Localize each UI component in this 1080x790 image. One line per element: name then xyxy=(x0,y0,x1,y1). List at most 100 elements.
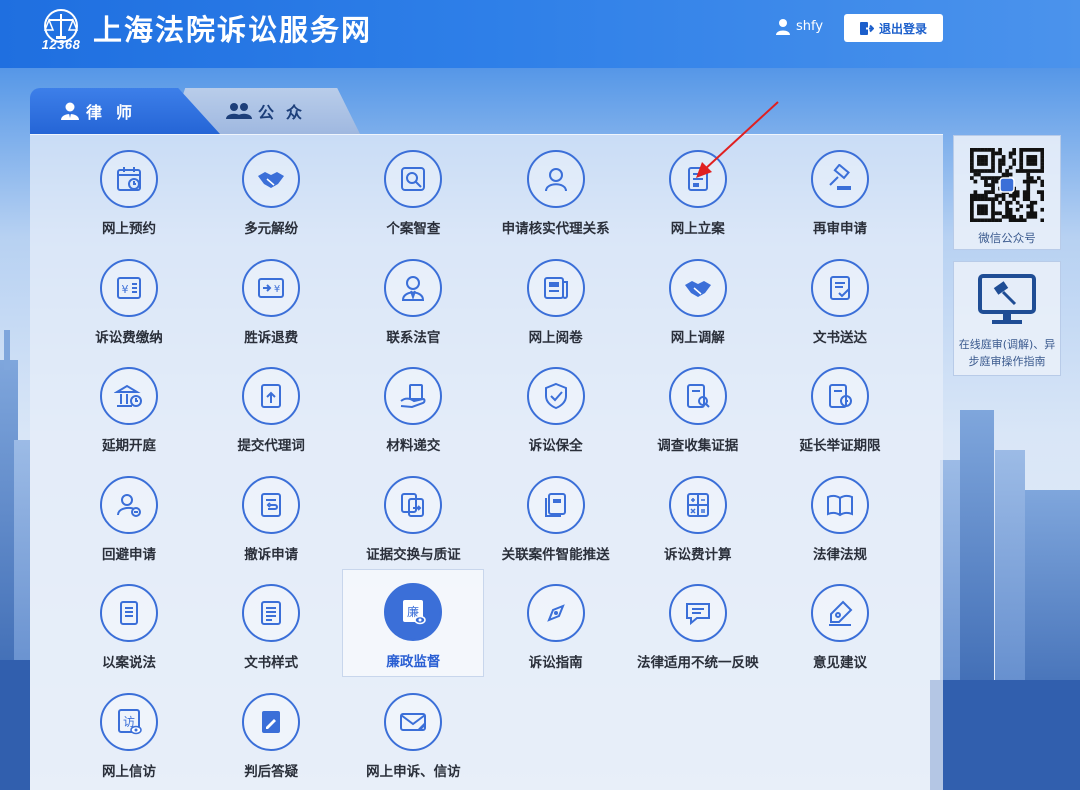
service-label: 证据交换与质证 xyxy=(366,546,461,563)
service-item[interactable]: 访网上信访 xyxy=(58,680,200,788)
service-icon-circle xyxy=(668,584,727,643)
service-item[interactable]: 网上调解 xyxy=(627,246,769,354)
service-icon-circle: ¥ xyxy=(242,258,301,317)
logout-icon xyxy=(859,21,874,35)
case-file-icon xyxy=(687,167,708,191)
service-label: 网上阅卷 xyxy=(528,329,583,346)
service-label: 材料递交 xyxy=(386,438,441,455)
book-open-icon xyxy=(827,494,853,516)
service-item[interactable]: 以案说法 xyxy=(58,571,200,679)
service-item[interactable]: 关联案件智能推送 xyxy=(485,463,627,571)
service-item[interactable]: 联系法官 xyxy=(342,246,484,354)
service-label: 法律适用不统一反映 xyxy=(637,655,759,672)
service-item[interactable]: 意见建议 xyxy=(769,571,911,679)
service-label: 调查收集证据 xyxy=(657,438,739,455)
service-item[interactable]: 延长举证期限 xyxy=(769,354,911,462)
service-item[interactable]: 诉讼费计算 xyxy=(627,463,769,571)
user-icon xyxy=(776,19,790,35)
service-icon-circle xyxy=(384,475,443,534)
service-item[interactable]: 延期开庭 xyxy=(58,354,200,462)
hand-document-icon xyxy=(400,384,426,409)
service-icon-circle xyxy=(100,367,158,426)
username: shfy xyxy=(796,19,824,34)
handshake-icon xyxy=(258,172,285,188)
judge-icon xyxy=(402,275,425,301)
service-label: 申请核实代理关系 xyxy=(501,221,610,237)
service-item[interactable]: 提交代理词 xyxy=(200,354,342,462)
service-icon-circle xyxy=(811,258,869,317)
service-icon-circle xyxy=(526,150,585,208)
yuan-icon: ¥ xyxy=(117,276,141,299)
service-item[interactable]: 回避申请 xyxy=(58,463,200,571)
service-item[interactable]: 再审申请 xyxy=(769,137,911,245)
wechat-qr-widget[interactable]: 微信公众号 xyxy=(953,135,1061,250)
service-label: 诉讼保全 xyxy=(528,438,583,455)
service-item[interactable]: 申请核实代理关系 xyxy=(485,137,627,245)
service-item[interactable]: 网上申诉、信访 xyxy=(342,680,484,788)
service-item[interactable]: 网上阅卷 xyxy=(485,246,627,354)
service-icon-circle: 访 xyxy=(100,693,158,751)
service-item[interactable]: ¥ 胜诉退费 xyxy=(200,246,342,354)
service-item[interactable]: 廉廉政监督 xyxy=(342,569,485,678)
document-exchange-icon xyxy=(401,492,425,517)
document-clock-icon xyxy=(829,384,852,409)
gavel-icon xyxy=(829,164,851,190)
svg-text:¥: ¥ xyxy=(122,283,129,296)
service-icon-circle xyxy=(242,693,301,751)
pen-icon xyxy=(829,600,853,627)
service-icon-circle xyxy=(811,367,869,426)
service-item[interactable]: 撤诉申请 xyxy=(200,463,342,571)
service-item[interactable]: 文书样式 xyxy=(200,571,342,679)
service-label: 回避申请 xyxy=(102,546,156,563)
service-item[interactable]: 诉讼保全 xyxy=(485,354,627,462)
online-court-guide[interactable]: 在线庭审(调解)、异步庭审操作指南 xyxy=(953,261,1061,376)
service-label: 网上调解 xyxy=(670,329,725,346)
service-icon-circle xyxy=(242,367,301,426)
service-item[interactable]: 调查收集证据 xyxy=(627,354,769,462)
role-tabs: 公众 律师 xyxy=(30,88,360,134)
service-label: 廉政监督 xyxy=(386,654,441,671)
service-item[interactable]: 网上立案 xyxy=(627,137,769,245)
lawyer-icon xyxy=(61,102,79,120)
service-label: 网上信访 xyxy=(102,764,156,780)
user-info: shfy xyxy=(774,16,823,38)
service-label: 多元解纷 xyxy=(244,221,299,237)
service-icon-circle xyxy=(668,150,727,208)
qr-label: 微信公众号 xyxy=(978,231,1036,245)
chat-icon xyxy=(685,603,710,626)
service-label: 胜诉退费 xyxy=(244,329,299,346)
service-icon-circle: ¥ xyxy=(100,258,158,317)
court-guide-label: 在线庭审(调解)、异步庭审操作指南 xyxy=(958,338,1056,368)
service-item[interactable]: 法律法规 xyxy=(769,463,911,571)
document-check-icon xyxy=(830,275,850,300)
service-label: 以案说法 xyxy=(102,655,156,672)
person-icon xyxy=(544,168,567,192)
service-item[interactable]: ¥ 诉讼费缴纳 xyxy=(58,246,200,354)
service-icon-circle xyxy=(384,367,443,426)
service-label: 意见建议 xyxy=(813,655,867,672)
service-icon-circle xyxy=(242,584,301,643)
service-icon-circle xyxy=(668,258,727,317)
service-label: 网上申诉、信访 xyxy=(366,764,461,780)
service-icon-circle xyxy=(242,150,301,208)
service-item[interactable]: 网上预约 xyxy=(58,137,200,245)
service-item[interactable]: 个案智查 xyxy=(342,137,484,245)
service-item[interactable]: 材料递交 xyxy=(342,354,484,462)
service-icon-circle xyxy=(384,150,443,208)
calendar-icon xyxy=(117,167,141,191)
service-item[interactable]: 文书送达 xyxy=(769,246,911,354)
service-panel: 网上预约 多元解纷 个案智查 申请核实代理关系 网上立案 再审申请 ¥ 诉讼费缴纳 ¥ 胜诉退费 联… xyxy=(30,134,943,790)
service-item[interactable]: 法律适用不统一反映 xyxy=(627,571,769,679)
compass-icon xyxy=(546,604,565,623)
shield-check-icon xyxy=(544,383,567,410)
service-item[interactable]: 证据交换与质证 xyxy=(342,463,484,571)
service-label: 延长举证期限 xyxy=(799,438,881,455)
logout-button[interactable]: 退出登录 xyxy=(844,14,943,42)
service-icon-circle xyxy=(526,475,585,534)
refund-icon: ¥ xyxy=(258,277,285,298)
service-icon-circle xyxy=(811,150,869,208)
service-item[interactable]: 判后答疑 xyxy=(200,680,342,788)
service-item[interactable]: 多元解纷 xyxy=(200,137,342,245)
service-label: 联系法官 xyxy=(386,329,441,346)
service-item[interactable]: 诉讼指南 xyxy=(485,571,627,679)
